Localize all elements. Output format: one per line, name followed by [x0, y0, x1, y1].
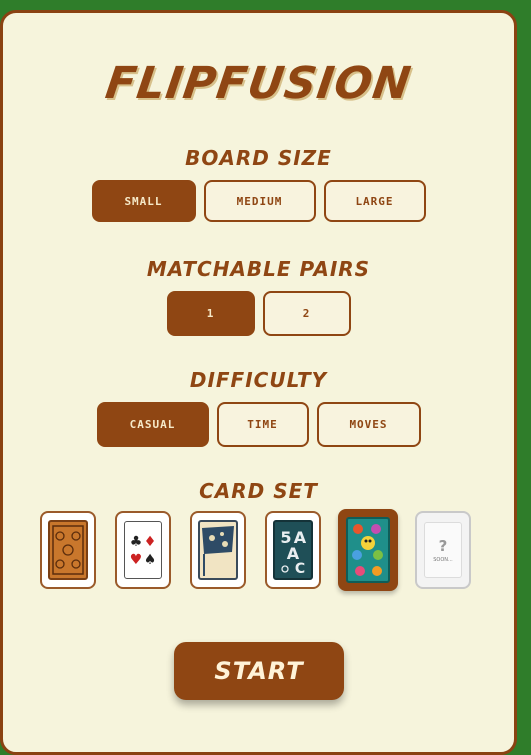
svg-text:♦: ♦ — [144, 534, 157, 550]
matchable-pairs-heading: MATCHABLE PAIRS — [146, 257, 371, 281]
card-set-world-map[interactable] — [190, 511, 246, 589]
board-size-medium-button[interactable]: MEDIUM — [203, 180, 316, 222]
soon-label: SOON... — [433, 556, 453, 563]
svg-text:C: C — [295, 561, 305, 577]
card-set-coming-soon: ? SOON... — [415, 511, 471, 589]
pairs-1-button[interactable]: 1 — [166, 291, 255, 336]
board-size-small-button[interactable]: SMALL — [91, 180, 196, 222]
matchable-pairs-options: 1 2 — [3, 291, 514, 336]
question-mark-icon: ? SOON... — [424, 522, 462, 578]
card-set-heading: CARD SET — [199, 479, 318, 503]
difficulty-heading: DIFFICULTY — [189, 368, 328, 392]
board-size-heading: BOARD SIZE — [185, 146, 332, 170]
difficulty-casual-button[interactable]: CASUAL — [96, 402, 209, 447]
svg-text:♣: ♣ — [130, 534, 143, 550]
letters-icon: 5 A A C — [273, 520, 313, 580]
pairs-2-button[interactable]: 2 — [262, 291, 351, 336]
app-title: FLIPFUSION — [102, 58, 415, 109]
board-size-large-button[interactable]: LARGE — [323, 180, 426, 222]
start-button[interactable]: START — [174, 642, 344, 700]
card-set-monsters[interactable] — [338, 509, 398, 591]
ornate-card-icon — [48, 520, 88, 580]
card-set-playing-cards[interactable]: ♣ ♦ ♥ ♠ — [115, 511, 171, 589]
svg-text:♠: ♠ — [144, 552, 157, 568]
soon-mark: ? — [438, 536, 448, 555]
difficulty-time-button[interactable]: TIME — [216, 402, 309, 447]
map-flag-icon — [198, 520, 238, 580]
difficulty-moves-button[interactable]: MOVES — [316, 402, 421, 447]
difficulty-options: CASUAL TIME MOVES — [3, 402, 514, 447]
card-set-wooden[interactable] — [40, 511, 96, 589]
monsters-icon — [346, 517, 390, 583]
card-set-alphabet[interactable]: 5 A A C — [265, 511, 321, 589]
card-suits-icon: ♣ ♦ ♥ ♠ — [124, 521, 162, 579]
board-size-options: SMALL MEDIUM LARGE — [3, 180, 514, 222]
svg-text:♥: ♥ — [130, 552, 143, 568]
card-set-options: ♣ ♦ ♥ ♠ 5 A A C ? SOON... — [38, 509, 478, 591]
